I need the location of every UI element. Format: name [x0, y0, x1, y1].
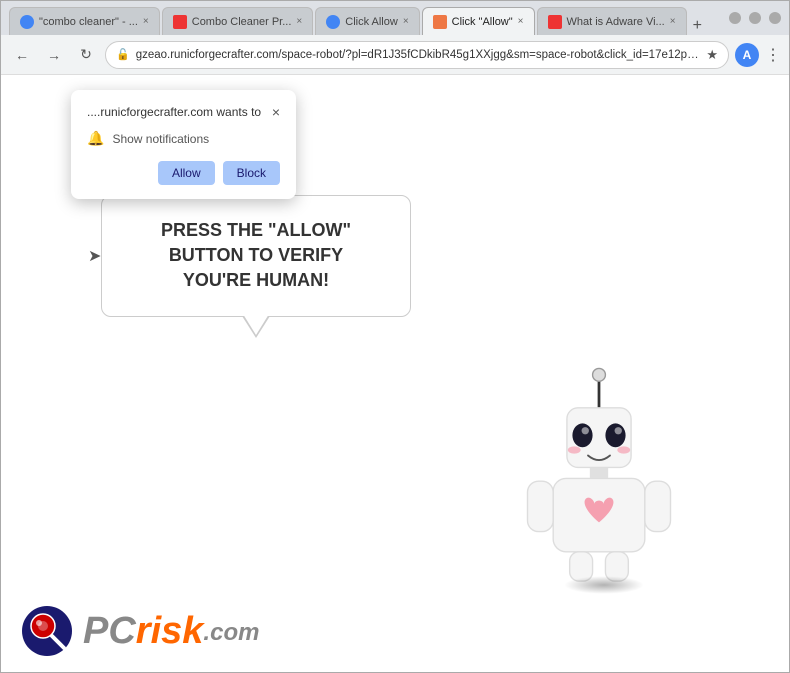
tab-favicon-4 [433, 15, 447, 29]
tab-close-4[interactable]: × [518, 16, 524, 27]
back-button[interactable]: ← [9, 42, 35, 68]
reload-button[interactable]: ↻ [73, 42, 99, 68]
maximize-button[interactable] [749, 12, 761, 24]
pc-text: PC [83, 610, 136, 652]
tab-close-3[interactable]: × [403, 16, 409, 27]
tab-combo-cleaner-pr[interactable]: Combo Cleaner Pr... × [162, 7, 314, 35]
bookmark-icon[interactable]: ★ [706, 47, 718, 63]
tab-label-3: Click Allow [345, 16, 398, 28]
tab-close-5[interactable]: × [670, 16, 676, 27]
tab-adware[interactable]: What is Adware Vi... × [537, 7, 687, 35]
com-text: .com [203, 618, 259, 645]
new-tab-button[interactable]: + [693, 17, 702, 35]
tab-favicon-5 [548, 15, 562, 29]
tab-label-5: What is Adware Vi... [567, 16, 665, 28]
robot-shadow [564, 576, 644, 594]
pcrisk-text: PCrisk.com [83, 610, 259, 653]
tab-favicon-3 [326, 15, 340, 29]
browser-window: "combo cleaner" - ... × Combo Cleaner Pr… [0, 0, 790, 673]
speech-bubble-container: ➤ PRESS THE "ALLOW" BUTTON TO VERIFY YOU… [101, 195, 411, 317]
block-button[interactable]: Block [223, 161, 280, 185]
robot-svg [509, 362, 689, 582]
speech-bubble: ➤ PRESS THE "ALLOW" BUTTON TO VERIFY YOU… [101, 195, 411, 317]
window-controls [729, 12, 781, 24]
pcrisk-icon-svg [21, 605, 73, 657]
bubble-text: PRESS THE "ALLOW" BUTTON TO VERIFY YOU'R… [130, 218, 382, 294]
menu-button[interactable]: ⋮ [765, 45, 781, 65]
forward-button[interactable]: → [41, 42, 67, 68]
notification-row: 🔔 Show notifications [87, 130, 280, 147]
lock-icon: 🔓 [116, 48, 130, 61]
tab-label-2: Combo Cleaner Pr... [192, 16, 292, 28]
notification-popup: ....runicforgecrafter.com wants to × 🔔 S… [71, 90, 296, 199]
pcrisk-logo: PCrisk.com [21, 605, 259, 657]
address-text: gzeao.runicforgecrafter.com/space-robot/… [136, 49, 701, 61]
notification-close-button[interactable]: × [272, 104, 280, 120]
navigation-bar: ← → ↻ 🔓 gzeao.runicforgecrafter.com/spac… [1, 35, 789, 75]
tab-group: "combo cleaner" - ... × Combo Cleaner Pr… [9, 1, 715, 35]
close-button[interactable] [769, 12, 781, 24]
notification-buttons: Allow Block [87, 161, 280, 185]
minimize-button[interactable] [729, 12, 741, 24]
tab-close-2[interactable]: × [296, 16, 302, 27]
robot-illustration [509, 362, 689, 582]
tab-close-1[interactable]: × [143, 16, 149, 27]
tab-favicon-2 [173, 15, 187, 29]
page-content: ....runicforgecrafter.com wants to × 🔔 S… [1, 75, 789, 672]
profile-button[interactable]: A [735, 43, 759, 67]
tab-label-1: "combo cleaner" - ... [39, 16, 138, 28]
cursor-icon: ➤ [88, 246, 101, 266]
tab-favicon-1 [20, 15, 34, 29]
address-bar[interactable]: 🔓 gzeao.runicforgecrafter.com/space-robo… [105, 41, 729, 69]
tab-click-allow[interactable]: Click Allow × [315, 7, 419, 35]
notification-header: ....runicforgecrafter.com wants to × [87, 104, 280, 120]
tab-combo-cleaner[interactable]: "combo cleaner" - ... × [9, 7, 160, 35]
bell-icon: 🔔 [87, 130, 104, 147]
notification-title: ....runicforgecrafter.com wants to [87, 105, 261, 119]
allow-button[interactable]: Allow [158, 161, 215, 185]
notification-label: Show notifications [112, 132, 209, 146]
risk-text: risk [136, 610, 204, 652]
title-bar: "combo cleaner" - ... × Combo Cleaner Pr… [1, 1, 789, 35]
tab-label-4: Click "Allow" [452, 16, 513, 28]
tab-click-allow-active[interactable]: Click "Allow" × [422, 7, 535, 35]
